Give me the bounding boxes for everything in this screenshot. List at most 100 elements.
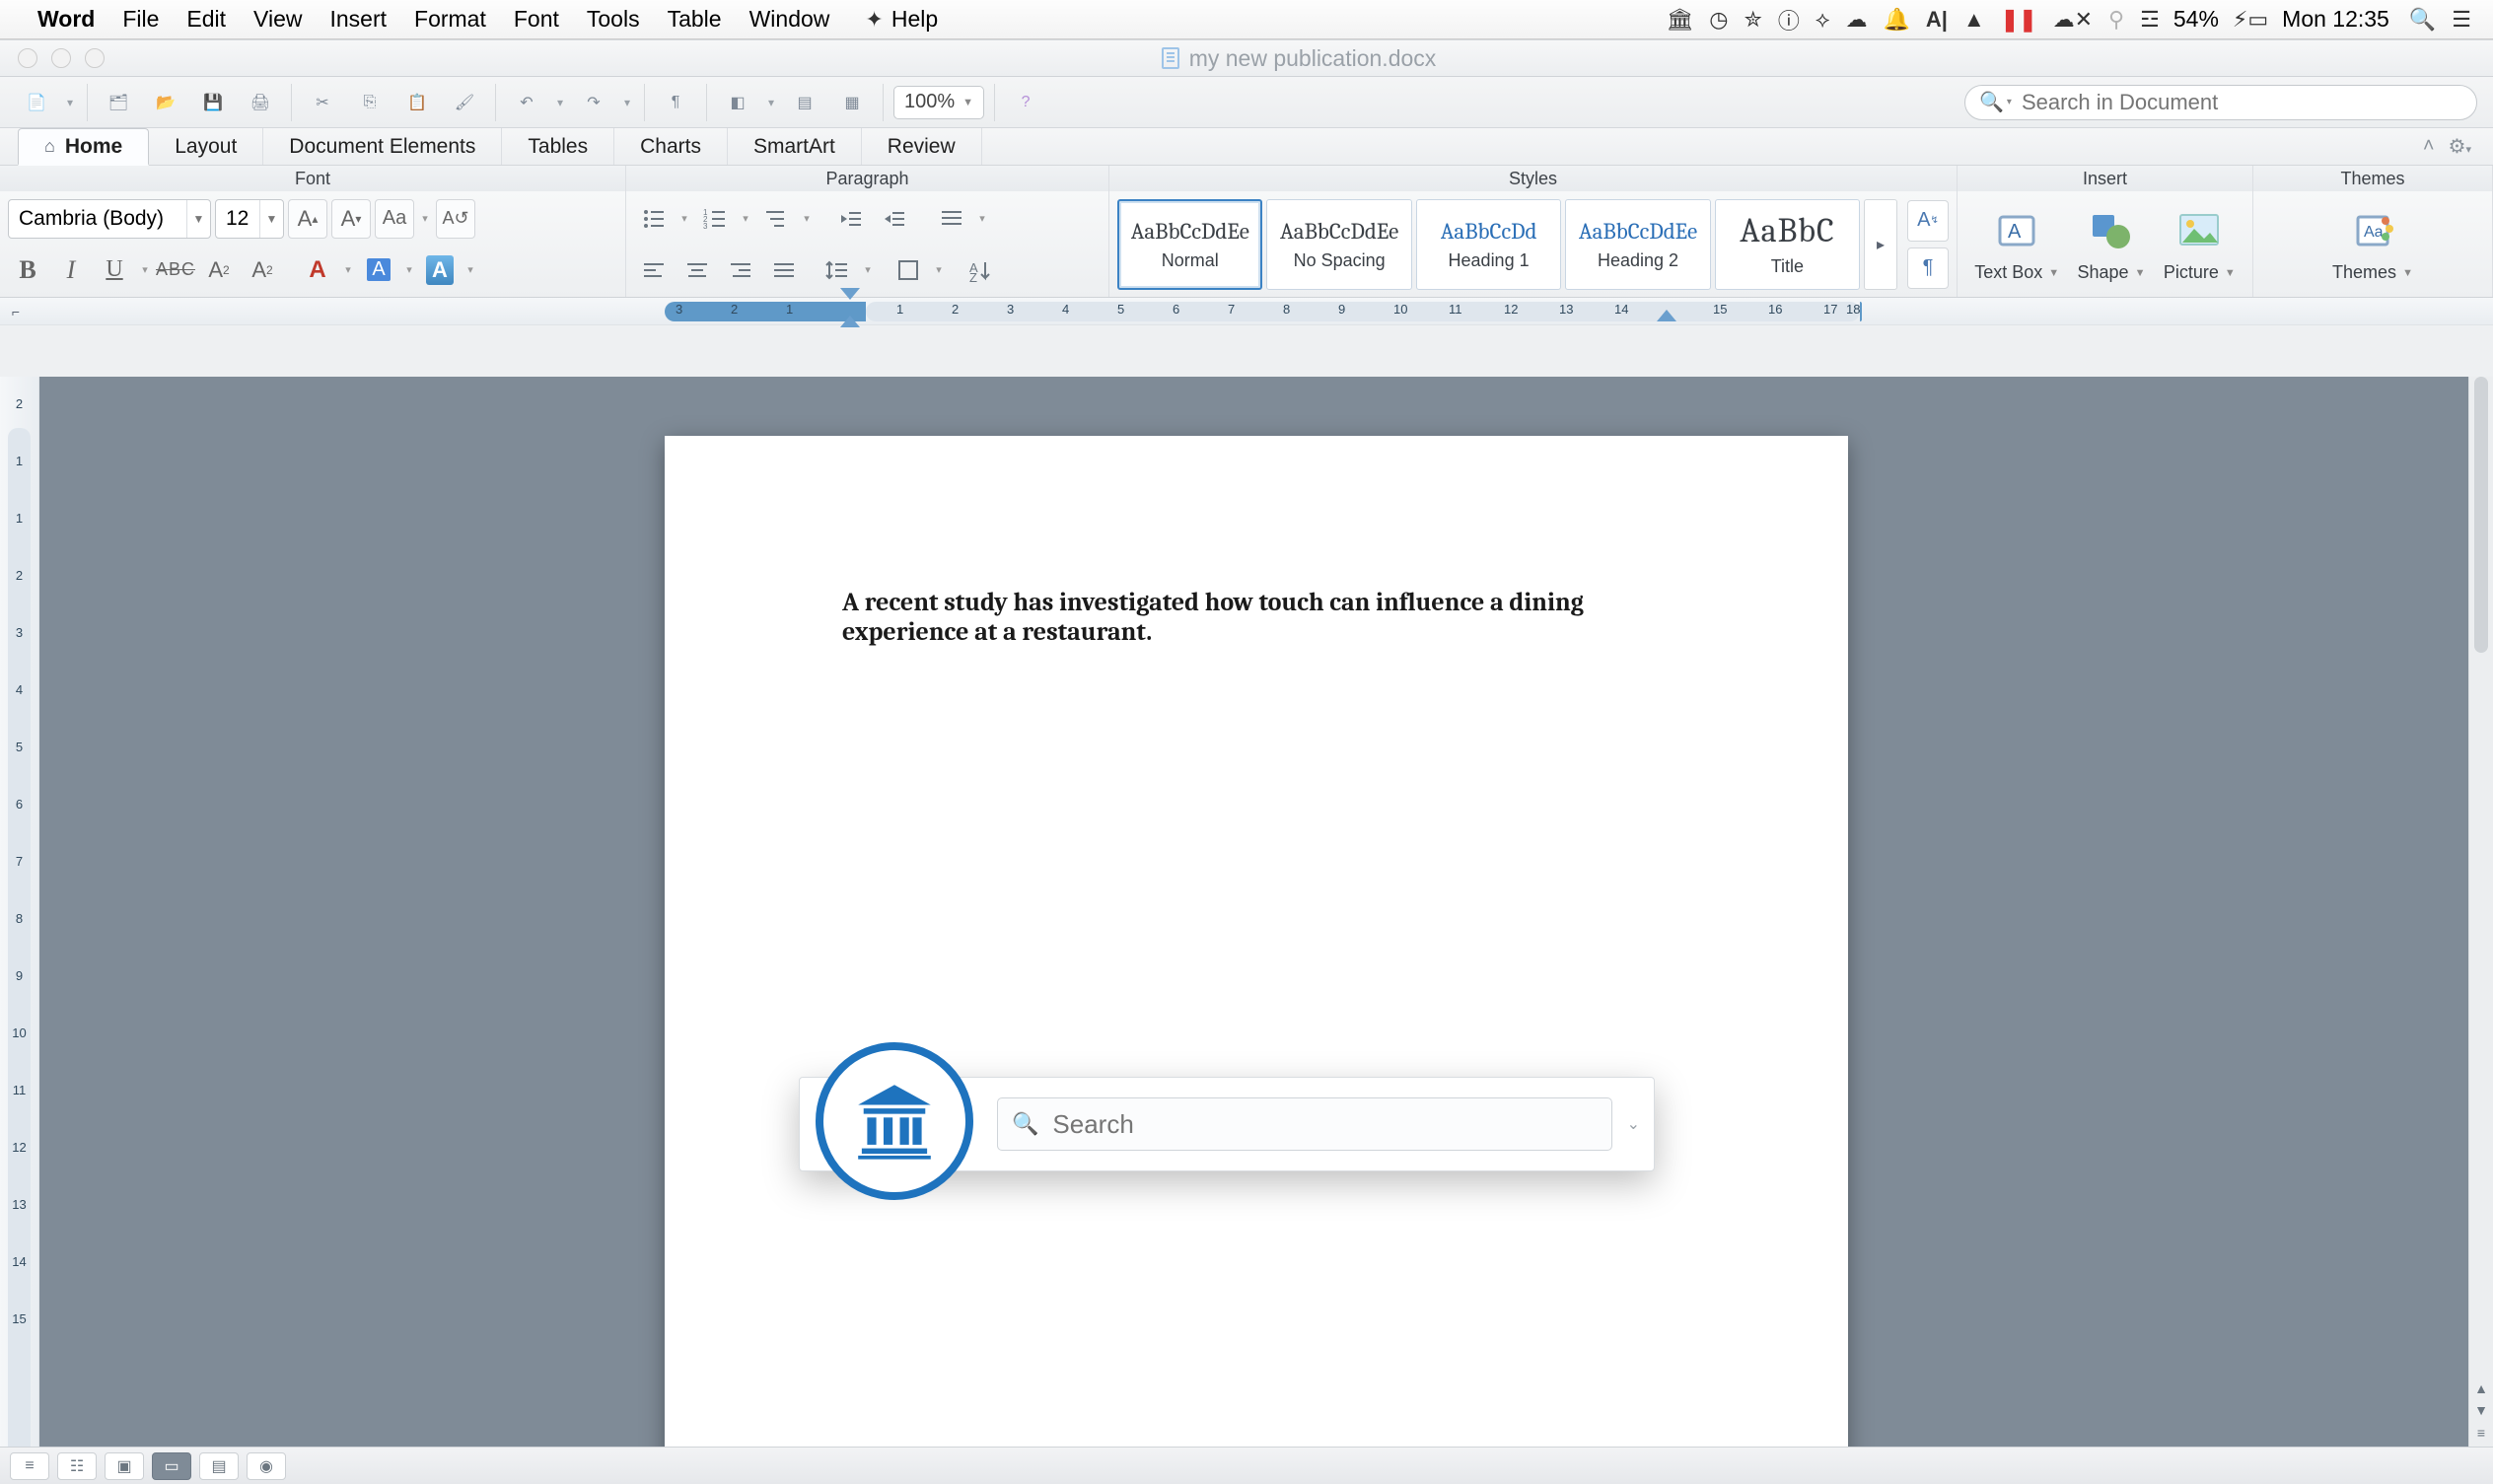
align-center-button[interactable] (677, 250, 717, 290)
zoom-selector[interactable]: 100% ▼ (893, 86, 984, 119)
tab-document-elements[interactable]: Document Elements (263, 128, 502, 165)
undo-dropdown[interactable]: ▾ (553, 96, 567, 109)
spotlight-icon[interactable]: 🔍 (2409, 7, 2436, 33)
menu-tools[interactable]: Tools (587, 6, 640, 33)
menu-view[interactable]: View (253, 6, 302, 33)
tab-stop-selector[interactable]: ⌐ (6, 302, 26, 321)
document-paragraph[interactable]: A recent study has investigated how touc… (842, 589, 1678, 648)
font-size-input[interactable] (216, 200, 259, 238)
floating-search-widget[interactable]: 🔍 ⌄ (799, 1077, 1655, 1171)
floating-search-input[interactable] (1052, 1109, 1598, 1140)
clock-icon[interactable]: ◷ (1709, 7, 1728, 33)
vertical-ruler[interactable]: 21123456789101112131415 (0, 377, 39, 1447)
page-down-button[interactable]: ▼ (2469, 1399, 2493, 1421)
line-spacing-dropdown[interactable]: ▾ (861, 263, 875, 276)
vertical-scrollbar[interactable]: ▲ ▼ ≡ (2468, 377, 2493, 1447)
font-name-combo[interactable]: ▼ (8, 199, 211, 239)
styles-pane-button[interactable]: ¶ (1907, 247, 1949, 289)
clear-formatting-button[interactable]: A↺ (436, 199, 475, 239)
shrink-font-button[interactable]: A▾ (331, 199, 371, 239)
change-case-dropdown[interactable]: ▾ (418, 212, 432, 225)
page-up-button[interactable]: ▲ (2469, 1378, 2493, 1399)
menu-insert[interactable]: Insert (329, 6, 387, 33)
styles-more-button[interactable]: ▸ (1864, 199, 1897, 290)
grow-font-button[interactable]: A▴ (288, 199, 327, 239)
subscript-button[interactable]: A2 (243, 250, 282, 290)
underline-dropdown[interactable]: ▾ (138, 263, 152, 276)
insert-shape[interactable]: Shape▼ (2078, 205, 2146, 283)
chevron-down-icon[interactable]: ▼ (186, 200, 210, 238)
decrease-indent-button[interactable] (831, 199, 871, 239)
menu-window[interactable]: Window (749, 6, 830, 33)
sidebar-button[interactable]: ◧ (717, 83, 758, 122)
institution-icon[interactable]: 🏛 (1666, 7, 1693, 33)
wifi-icon[interactable]: ☲ (2140, 7, 2160, 33)
chevron-down-icon[interactable]: ▼ (259, 200, 283, 238)
style-heading-2[interactable]: AaBbCcDdEeHeading 2 (1565, 199, 1710, 290)
font-size-combo[interactable]: ▼ (215, 199, 284, 239)
zoom-window-button[interactable] (85, 48, 105, 68)
star-box-icon[interactable]: ✮ (1744, 7, 1761, 33)
horizontal-ruler[interactable]: ⌐ 321123456789101112131415161718 (0, 298, 2493, 325)
highlight-button[interactable]: A (359, 250, 398, 290)
document-search[interactable]: 🔍▾ (1964, 85, 2477, 120)
view-focus-button[interactable]: ◉ (247, 1452, 286, 1480)
app-menu[interactable]: Word (37, 6, 95, 33)
text-direction-button[interactable] (932, 199, 971, 239)
notification-center-icon[interactable]: ☰ (2452, 7, 2471, 33)
borders-button[interactable] (889, 250, 928, 290)
pause-icon[interactable]: ❚❚ (2001, 7, 2037, 33)
italic-button[interactable]: I (51, 250, 91, 290)
adobe-icon[interactable]: A| (1926, 7, 1948, 33)
first-line-indent-marker[interactable] (840, 288, 860, 300)
minimize-window-button[interactable] (51, 48, 71, 68)
align-left-button[interactable] (634, 250, 674, 290)
redo-button[interactable]: ↷ (573, 83, 614, 122)
toolbox-button[interactable]: ▤ (784, 83, 825, 122)
tab-home[interactable]: ⌂Home (18, 128, 149, 166)
style-title[interactable]: AaBbCTitle (1715, 199, 1860, 290)
superscript-button[interactable]: A2 (199, 250, 239, 290)
numbering-button[interactable]: 123 (695, 199, 735, 239)
save-button[interactable]: 💾 (192, 83, 234, 122)
insert-textbox[interactable]: A Text Box▼ (1974, 205, 2059, 283)
document-page[interactable]: A recent study has investigated how touc… (665, 436, 1848, 1447)
tab-tables[interactable]: Tables (502, 128, 614, 165)
copy-button[interactable]: ⎘ (349, 83, 391, 122)
style-heading-1[interactable]: AaBbCcDdHeading 1 (1416, 199, 1561, 290)
menu-table[interactable]: Table (668, 6, 722, 33)
format-painter-button[interactable]: 🖌 (444, 83, 485, 122)
tab-charts[interactable]: Charts (614, 128, 728, 165)
open-button[interactable]: 📂 (145, 83, 186, 122)
dropbox-icon[interactable]: ⟡ (1816, 7, 1830, 33)
highlight-dropdown[interactable]: ▾ (402, 263, 416, 276)
google-drive-icon[interactable]: ▲ (1963, 7, 1985, 33)
menu-font[interactable]: Font (514, 6, 559, 33)
browse-object-button[interactable]: ≡ (2469, 1423, 2493, 1443)
sort-button[interactable]: AZ (960, 250, 999, 290)
battery-text[interactable]: 54% (2173, 6, 2219, 33)
tab-layout[interactable]: Layout (149, 128, 263, 165)
menu-file[interactable]: File (122, 6, 159, 33)
view-publishing-button[interactable]: ▣ (105, 1452, 144, 1480)
insert-picture[interactable]: Picture▼ (2164, 205, 2236, 283)
print-button[interactable]: 🖨 (240, 83, 281, 122)
tab-review[interactable]: Review (862, 128, 982, 165)
view-print-layout-button[interactable]: ▭ (152, 1452, 191, 1480)
tab-smartart[interactable]: SmartArt (728, 128, 862, 165)
info-icon[interactable]: ⓘ (1778, 4, 1800, 35)
document-canvas[interactable]: A recent study has investigated how touc… (39, 377, 2468, 1447)
style-no-spacing[interactable]: AaBbCcDdEeNo Spacing (1266, 199, 1411, 290)
strikethrough-button[interactable]: ABC (156, 250, 195, 290)
bold-button[interactable]: B (8, 250, 47, 290)
new-from-template-button[interactable]: 🗂 (98, 83, 139, 122)
bullets-button[interactable] (634, 199, 674, 239)
themes-button[interactable]: Aa Themes▼ (2332, 205, 2413, 283)
line-spacing-button[interactable] (818, 250, 857, 290)
hanging-indent-marker[interactable] (840, 316, 860, 327)
font-color-button[interactable]: A (298, 250, 337, 290)
scrivener-icon[interactable]: ✦ (865, 7, 883, 33)
menu-format[interactable]: Format (414, 6, 486, 33)
show-formatting-button[interactable]: ¶ (655, 83, 696, 122)
media-browser-button[interactable]: ▦ (831, 83, 873, 122)
